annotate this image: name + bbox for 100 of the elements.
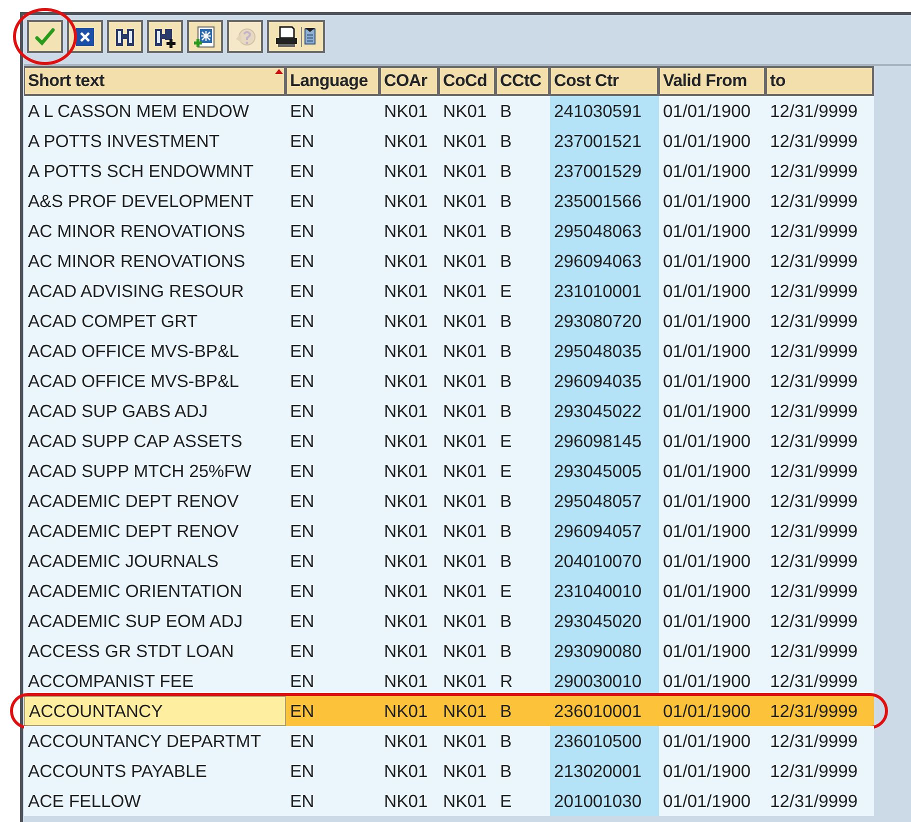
table-cell: 12/31/9999 — [766, 246, 874, 276]
table-cell: NK01 — [380, 726, 439, 756]
toolbar-button[interactable] — [67, 20, 103, 53]
table-cell: EN — [286, 486, 380, 516]
table-cell: 293045020 — [550, 606, 659, 636]
table-cell: 293090080 — [550, 636, 659, 666]
table-cell: 01/01/1900 — [659, 636, 766, 666]
table-cell: 295048063 — [550, 216, 659, 246]
toolbar-button[interactable] — [107, 20, 143, 53]
table-cell: 01/01/1900 — [659, 486, 766, 516]
table-cell: 236010001 — [550, 696, 659, 726]
table-cell: EN — [286, 426, 380, 456]
table-cell: EN — [286, 726, 380, 756]
table-cell: NK01 — [439, 606, 496, 636]
table-cell: 241030591 — [550, 96, 659, 126]
table-cell: NK01 — [439, 786, 496, 816]
table-cell: NK01 — [439, 336, 496, 366]
column-header[interactable]: CoCd — [439, 66, 496, 96]
table-cell: NK01 — [439, 666, 496, 696]
table-cell: EN — [286, 606, 380, 636]
table-cell: EN — [286, 336, 380, 366]
table-cell: B — [496, 726, 550, 756]
table-cell: NK01 — [439, 516, 496, 546]
table-cell: NK01 — [380, 486, 439, 516]
table-cell: ACCESS GR STDT LOAN — [24, 636, 286, 666]
table-cell: B — [496, 186, 550, 216]
table-cell: NK01 — [380, 756, 439, 786]
table-cell: 01/01/1900 — [659, 456, 766, 486]
column-header[interactable]: Valid From — [659, 66, 766, 96]
toolbar-button[interactable] — [267, 20, 325, 53]
table-cell: EN — [286, 216, 380, 246]
table-cell: 290030010 — [550, 666, 659, 696]
table-cell: NK01 — [380, 666, 439, 696]
table-cell: ACAD OFFICE MVS-BP&L — [24, 366, 286, 396]
table-cell: 12/31/9999 — [766, 96, 874, 126]
table-cell: 12/31/9999 — [766, 726, 874, 756]
toolbar-button[interactable] — [187, 20, 223, 53]
column-header[interactable]: CCtC — [496, 66, 550, 96]
column-header[interactable]: to — [766, 66, 874, 96]
table-cell: 01/01/1900 — [659, 696, 766, 726]
table-cell: 12/31/9999 — [766, 576, 874, 606]
table-cell: NK01 — [439, 426, 496, 456]
table-cell: 12/31/9999 — [766, 306, 874, 336]
table-cell: NK01 — [380, 246, 439, 276]
table-cell: 01/01/1900 — [659, 126, 766, 156]
table-cell: EN — [286, 276, 380, 306]
table-cell: 01/01/1900 — [659, 786, 766, 816]
table-cell: ACAD SUPP MTCH 25%FW — [24, 456, 286, 486]
table-cell: EN — [286, 636, 380, 666]
table-cell: 293080720 — [550, 306, 659, 336]
table-cell: A POTTS SCH ENDOWMNT — [24, 156, 286, 186]
table-cell: EN — [286, 756, 380, 786]
table-cell: NK01 — [439, 276, 496, 306]
table-cell: AC MINOR RENOVATIONS — [24, 246, 286, 276]
table-cell: NK01 — [380, 366, 439, 396]
table-cell: B — [496, 96, 550, 126]
table-cell: EN — [286, 186, 380, 216]
table-cell: 12/31/9999 — [766, 186, 874, 216]
table-cell: 201001030 — [550, 786, 659, 816]
table-cell: NK01 — [439, 96, 496, 126]
table-cell: B — [496, 336, 550, 366]
table-cell: B — [496, 246, 550, 276]
table-cell: EN — [286, 96, 380, 126]
table-cell: NK01 — [439, 186, 496, 216]
table-cell: 12/31/9999 — [766, 756, 874, 786]
table-cell: 12/31/9999 — [766, 666, 874, 696]
table-cell: NK01 — [439, 756, 496, 786]
table-cell: 296094035 — [550, 366, 659, 396]
table-cell: 295048057 — [550, 486, 659, 516]
table-cell: NK01 — [380, 696, 439, 726]
table-cell: 295048035 — [550, 336, 659, 366]
column-header[interactable]: COAr — [380, 66, 439, 96]
column-header[interactable]: Language — [286, 66, 380, 96]
table-cell: NK01 — [380, 456, 439, 486]
table-cell: 12/31/9999 — [766, 696, 874, 726]
table-cell: 237001521 — [550, 126, 659, 156]
table-cell: A L CASSON MEM ENDOW — [24, 96, 286, 126]
toolbar-button[interactable] — [147, 20, 183, 53]
table-cell: NK01 — [380, 606, 439, 636]
table-cell: 296094063 — [550, 246, 659, 276]
table-cell: B — [496, 156, 550, 186]
table-cell: NK01 — [380, 96, 439, 126]
table-cell: EN — [286, 126, 380, 156]
table-cell: ACADEMIC SUP EOM ADJ — [24, 606, 286, 636]
table-cell: 237001529 — [550, 156, 659, 186]
table-cell: B — [496, 306, 550, 336]
table-cell: 01/01/1900 — [659, 96, 766, 126]
column-header[interactable]: Short text — [24, 66, 286, 96]
table-cell: EN — [286, 306, 380, 336]
column-header[interactable]: Cost Ctr — [550, 66, 659, 96]
table-cell: B — [496, 696, 550, 726]
table-cell: EN — [286, 396, 380, 426]
table-cell: 231010001 — [550, 276, 659, 306]
table-cell: 01/01/1900 — [659, 396, 766, 426]
table-cell: 293045022 — [550, 396, 659, 426]
table-cell: 01/01/1900 — [659, 576, 766, 606]
table-cell: 12/31/9999 — [766, 786, 874, 816]
table-cell: EN — [286, 366, 380, 396]
table-cell: ACCOUNTANCY — [24, 696, 286, 726]
table-cell: NK01 — [380, 156, 439, 186]
